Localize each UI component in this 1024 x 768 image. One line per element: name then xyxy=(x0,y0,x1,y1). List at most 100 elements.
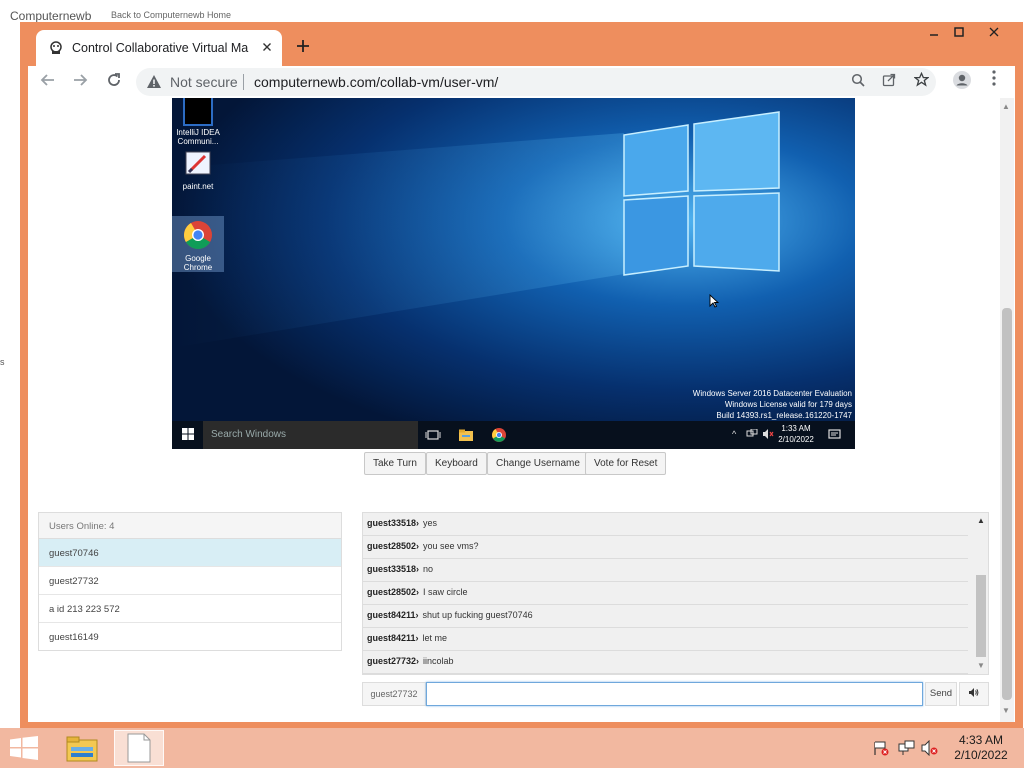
chat-scroll-down-icon[interactable]: ▼ xyxy=(977,661,985,670)
network-icon[interactable] xyxy=(746,429,758,439)
forward-button[interactable] xyxy=(68,70,92,94)
desktop-icon-intellij[interactable]: IntelliJ IDEA Communi... xyxy=(172,98,224,146)
chat-username: guest28502 xyxy=(367,541,417,551)
change-username-button[interactable]: Change Username xyxy=(487,452,589,475)
desktop-icon-label: paint.net xyxy=(182,182,214,191)
vm-date: 2/10/2022 xyxy=(778,435,814,444)
chat-message: guest84211› let me xyxy=(363,628,968,651)
vm-screen[interactable]: IntelliJ IDEA Communi... paint.net Googl… xyxy=(172,98,855,449)
document-icon xyxy=(127,733,151,763)
page-scrollbar-thumb[interactable] xyxy=(1002,308,1012,700)
address-bar[interactable]: Not secure computernewb.com/collab-vm/us… xyxy=(136,68,936,96)
tab-collab-vm[interactable]: Control Collaborative Virtual Ma xyxy=(36,30,282,66)
background-back-link[interactable]: Back to Computernewb Home xyxy=(111,10,231,20)
page-viewport: ▲ ▼ IntelliJ IDEA Communi... paint.net G… xyxy=(28,98,1015,722)
chat-input-bar: guest27732 Send xyxy=(362,682,989,706)
star-icon xyxy=(912,71,930,87)
chat-separator: › xyxy=(415,610,419,620)
windows-start-icon[interactable] xyxy=(182,428,194,440)
zoom-button[interactable] xyxy=(848,72,868,92)
scroll-down-arrow-icon[interactable]: ▼ xyxy=(1002,706,1010,715)
chat-text: no xyxy=(423,564,434,574)
arrow-left-icon xyxy=(40,74,54,86)
chat-username: guest84211 xyxy=(367,633,416,643)
online-users-panel: Users Online: 4 guest70746 guest27732 a … xyxy=(38,512,342,651)
share-button[interactable] xyxy=(879,72,899,92)
chat-separator: › xyxy=(416,656,420,666)
chat-current-username: guest27732 xyxy=(362,682,426,706)
kebab-menu-icon xyxy=(992,70,996,86)
action-center-icon[interactable] xyxy=(827,427,843,443)
user-list-item[interactable]: a id 213 223 572 xyxy=(39,595,341,623)
background-site-name[interactable]: Computernewb xyxy=(10,9,91,23)
desktop-icon-google-chrome[interactable]: Google Chrome xyxy=(172,216,224,272)
desktop-icon-paint-net[interactable]: paint.net xyxy=(172,144,224,191)
chat-message: guest33518› no xyxy=(363,559,968,582)
tab-strip: Control Collaborative Virtual Ma xyxy=(28,22,1015,66)
windows-hero-wallpaper xyxy=(172,98,855,421)
chrome-taskbar-icon[interactable] xyxy=(491,427,507,443)
browser-menu-button[interactable] xyxy=(982,70,1006,94)
scroll-up-arrow-icon[interactable]: ▲ xyxy=(1002,102,1010,111)
vm-search-placeholder: Search Windows xyxy=(211,429,287,440)
vote-reset-button[interactable]: Vote for Reset xyxy=(585,452,667,475)
windows-start-icon[interactable] xyxy=(10,736,38,760)
watermark-line: Build 14393.rs1_release.161220-1747 xyxy=(716,411,852,420)
chat-message: guest28502› you see vms? xyxy=(363,536,968,559)
action-center-flag-icon[interactable] xyxy=(872,740,890,756)
chat-scroll-up-icon[interactable]: ▲ xyxy=(977,516,985,525)
chat-separator: › xyxy=(415,633,419,643)
user-list-item[interactable]: guest70746 xyxy=(39,539,341,567)
warning-icon[interactable] xyxy=(146,74,162,90)
chat-text: iincolab xyxy=(423,656,454,666)
chat-scrollbar-thumb[interactable] xyxy=(976,575,986,657)
vm-clock[interactable]: 1:33 AM 2/10/2022 xyxy=(772,423,820,445)
user-list-item[interactable]: guest16149 xyxy=(39,623,341,651)
watermark-line: Windows License valid for 179 days xyxy=(724,400,852,409)
user-list-item[interactable]: guest27732 xyxy=(39,567,341,595)
host-taskbar: 4:33 AM 2/10/2022 xyxy=(0,728,1024,768)
chat-log[interactable]: guest33518› yes guest28502› you see vms? g… xyxy=(362,512,989,675)
profile-icon xyxy=(953,71,971,89)
background-page-header: Computernewb Back to Computernewb Home xyxy=(0,0,1024,24)
tab-title: Control Collaborative Virtual Ma xyxy=(72,41,249,55)
close-icon xyxy=(263,43,271,51)
file-explorer-icon[interactable] xyxy=(458,427,474,443)
take-turn-button[interactable]: Take Turn xyxy=(364,452,426,475)
keyboard-button[interactable]: Keyboard xyxy=(426,452,487,475)
chat-username: guest27732 xyxy=(367,656,417,666)
vm-search-box[interactable]: Search Windows xyxy=(203,421,418,449)
reload-button[interactable] xyxy=(102,70,126,94)
chat-message: guest27732› iincolab xyxy=(363,651,968,674)
chat-text: let me xyxy=(422,633,448,643)
tab-close-button[interactable] xyxy=(258,38,276,56)
share-icon xyxy=(882,73,896,87)
network-icon[interactable] xyxy=(898,740,916,756)
host-clock[interactable]: 4:33 AM 2/10/2022 xyxy=(948,733,1014,763)
users-online-count: Users Online: 4 xyxy=(39,513,341,539)
chat-sound-toggle[interactable] xyxy=(959,682,989,706)
chat-username: guest84211 xyxy=(367,610,416,620)
chrome-icon xyxy=(184,221,212,249)
host-file-explorer-button[interactable] xyxy=(57,730,107,766)
chat-text: you see vms? xyxy=(423,541,479,551)
security-label[interactable]: Not secure xyxy=(170,74,238,90)
volume-muted-icon[interactable] xyxy=(921,740,939,756)
chat-text: yes xyxy=(423,518,438,528)
task-view-icon[interactable] xyxy=(425,427,441,443)
chat-message-input[interactable] xyxy=(426,682,923,706)
collabvm-favicon-icon xyxy=(50,41,62,54)
host-notepad-button[interactable] xyxy=(114,730,164,766)
arrow-right-icon xyxy=(74,74,88,86)
chat-scrollbar[interactable]: ▲ ▼ xyxy=(973,513,988,674)
background-text-fragment: s xyxy=(0,357,5,367)
chat-username: guest33518 xyxy=(367,564,417,574)
profile-button[interactable] xyxy=(950,70,974,94)
windows-evaluation-watermark: Windows Server 2016 Datacenter Evaluatio… xyxy=(693,388,852,421)
bookmark-button[interactable] xyxy=(911,71,931,92)
tray-chevron-up-icon[interactable]: ^ xyxy=(732,429,736,439)
back-button[interactable] xyxy=(36,70,60,94)
url-text[interactable]: computernewb.com/collab-vm/user-vm/ xyxy=(254,74,498,90)
chat-send-button[interactable]: Send xyxy=(925,682,957,706)
new-tab-button[interactable] xyxy=(290,34,316,60)
